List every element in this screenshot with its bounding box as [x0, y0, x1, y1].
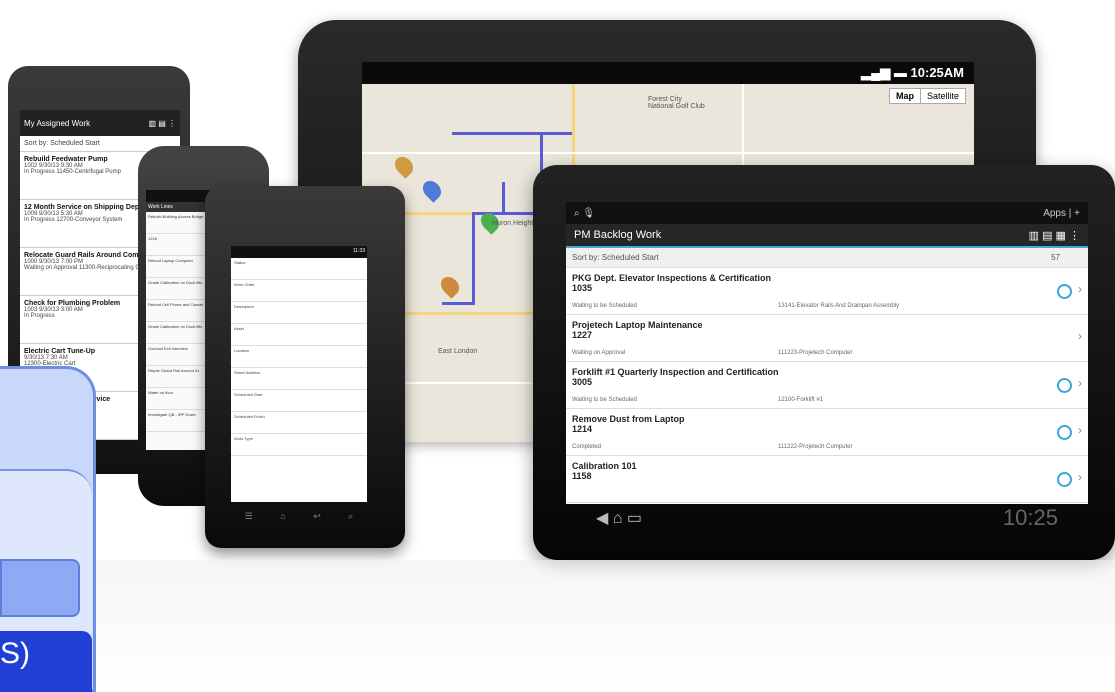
chevron-right-icon[interactable]: ›	[1078, 470, 1082, 484]
form-field[interactable]: Location	[231, 346, 367, 368]
chevron-right-icon[interactable]: ›	[1078, 282, 1082, 296]
form-field[interactable]: Description	[231, 302, 367, 324]
tablet-nav-bar: ◀ ⌂ ▭ 10:25	[566, 504, 1088, 532]
apps-button[interactable]: Apps | +	[1043, 208, 1080, 219]
tablet-screen: ⌕ 🎙 Apps | + PM Backlog Work ▥ ▤ ▦ ⋮ Sor…	[566, 202, 1088, 504]
overlay-card: S)	[0, 366, 96, 692]
phone-nav-bar: ☰ ⌂ ↩ ⌕	[231, 504, 367, 528]
work-order-row[interactable]: Forklift #1 Quarterly Inspection and Cer…	[566, 362, 1088, 409]
app-title-bar: PM Backlog Work ▥ ▤ ▦ ⋮	[566, 224, 1088, 248]
search-icon[interactable]: ⌕	[348, 511, 353, 522]
work-location-pin[interactable]	[391, 153, 417, 179]
work-order-row[interactable]: Calibration 101 1158 ›	[566, 456, 1088, 503]
front-phone: 11:33 Status Work Order Description Asse…	[205, 186, 405, 548]
system-bar: ⌕ 🎙 Apps | +	[566, 202, 1088, 224]
toolbar-icons[interactable]: ▥ ▤ ⋮	[148, 119, 176, 128]
toolbar-icons[interactable]: ▥ ▤ ▦ ⋮	[1029, 229, 1080, 242]
timer-icon[interactable]	[1057, 378, 1072, 393]
form-field[interactable]: Scheduled Finish	[231, 412, 367, 434]
search-icon[interactable]: ⌕ 🎙	[574, 208, 595, 219]
chevron-right-icon[interactable]: ›	[1078, 423, 1082, 437]
device-showcase: Forest City National Golf Club Huron Hei…	[0, 0, 1115, 692]
status-time: 10:25AM	[910, 65, 964, 80]
map-label: Forest City National Golf Club	[648, 96, 705, 110]
nav-buttons[interactable]: ◀ ⌂ ▭	[596, 508, 642, 528]
front-tablet: ⌕ 🎙 Apps | + PM Backlog Work ▥ ▤ ▦ ⋮ Sor…	[533, 165, 1115, 560]
menu-icon[interactable]: ☰	[245, 511, 253, 522]
timer-icon[interactable]	[1057, 425, 1072, 440]
app-title-bar: My Assigned Work ▥ ▤ ⋮	[20, 110, 180, 136]
app-title[interactable]: PM Backlog Work	[574, 229, 661, 241]
status-bar: ▂▄▆ ▬ 10:25AM	[362, 62, 974, 84]
front-phone-screen: 11:33 Status Work Order Description Asse…	[231, 246, 367, 502]
back-icon[interactable]: ↩	[313, 511, 321, 522]
overlay-button[interactable]	[0, 559, 80, 617]
status-time: 11:33	[231, 246, 367, 258]
form-field[interactable]: Street Address	[231, 368, 367, 390]
timer-icon[interactable]	[1057, 284, 1072, 299]
work-order-row[interactable]: PKG Dept. Elevator Inspections & Certifi…	[566, 268, 1088, 315]
floor-reflection	[0, 560, 1115, 692]
sort-label[interactable]: Sort by: Scheduled Start	[572, 253, 659, 262]
form-field[interactable]: Asset	[231, 324, 367, 346]
map-label: Huron Heights	[492, 220, 537, 227]
timer-icon[interactable]	[1057, 472, 1072, 487]
result-count: 57	[1051, 253, 1060, 262]
home-icon[interactable]: ⌂	[280, 511, 285, 521]
overlay-footer: S)	[0, 631, 92, 692]
satellite-button[interactable]: Satellite	[921, 89, 965, 103]
form-field[interactable]: Status	[231, 258, 367, 280]
chevron-right-icon[interactable]: ›	[1078, 329, 1082, 343]
map-button[interactable]: Map	[890, 89, 921, 103]
work-location-pin[interactable]	[437, 273, 463, 299]
map-type-toggle[interactable]: Map Satellite	[888, 88, 966, 104]
form-field[interactable]: Work Order	[231, 280, 367, 302]
signal-icon: ▂▄▆ ▬	[861, 65, 911, 80]
form-field[interactable]: Work Type	[231, 434, 367, 456]
clock: 10:25	[1002, 505, 1058, 530]
form-field[interactable]: Scheduled Start	[231, 390, 367, 412]
overlay-text: S)	[0, 637, 30, 670]
work-location-pin[interactable]	[419, 177, 445, 203]
sort-bar[interactable]: Sort by: Scheduled Start 57	[566, 248, 1088, 268]
chevron-right-icon[interactable]: ›	[1078, 376, 1082, 390]
work-order-row[interactable]: Remove Dust from Laptop 1214 Completed 111…	[566, 409, 1088, 456]
work-order-row[interactable]: Projetech Laptop Maintenance 1227 Waiting…	[566, 315, 1088, 362]
app-title: My Assigned Work	[24, 118, 91, 128]
map-label: East London	[438, 348, 478, 355]
